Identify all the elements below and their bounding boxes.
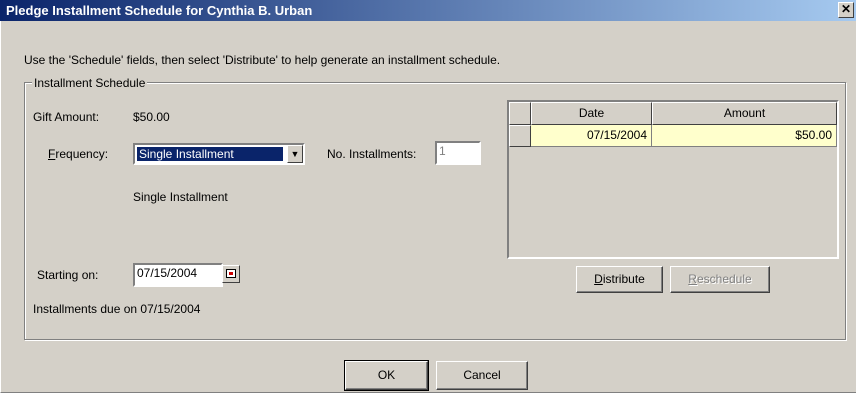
reschedule-accel: R	[688, 272, 697, 286]
calendar-button[interactable]	[222, 265, 240, 283]
num-installments-label: No. Installments:	[327, 147, 417, 161]
installments-due-text: Installments due on 07/15/2004	[33, 302, 201, 316]
num-installments-field[interactable]: 1	[435, 141, 481, 165]
distribute-accel: D	[594, 272, 603, 286]
frequency-select[interactable]: Single Installment ▼	[133, 143, 305, 165]
distribute-label-rest: istribute	[602, 272, 645, 286]
installment-grid[interactable]: Date Amount 07/15/2004 $50.00	[507, 100, 839, 259]
gift-amount-value: $50.00	[133, 110, 170, 124]
grid-cell-amount[interactable]: $50.00	[652, 125, 837, 147]
reschedule-label-rest: eschedule	[696, 272, 752, 286]
distribute-button[interactable]: Distribute	[576, 266, 663, 293]
chevron-down-icon[interactable]: ▼	[287, 145, 303, 163]
window-title: Pledge Installment Schedule for Cynthia …	[6, 3, 313, 18]
instructions-text: Use the 'Schedule' fields, then select '…	[24, 53, 501, 67]
reschedule-button[interactable]: Reschedule	[670, 266, 770, 293]
gift-amount-label: Gift Amount:	[33, 110, 100, 124]
frequency-label: Frequency:	[48, 147, 108, 161]
frequency-description: Single Installment	[133, 190, 228, 204]
column-header-date[interactable]: Date	[531, 102, 652, 125]
column-header-amount[interactable]: Amount	[652, 102, 837, 125]
group-label: Installment Schedule	[32, 76, 148, 90]
grid-cell-date[interactable]: 07/15/2004	[531, 125, 652, 147]
close-button[interactable]: ✕	[838, 2, 854, 18]
row-header[interactable]	[509, 125, 531, 147]
frequency-selected-value: Single Installment	[137, 147, 283, 161]
ok-button[interactable]: OK	[344, 360, 429, 391]
starting-on-field[interactable]: 07/15/2004	[133, 263, 223, 287]
cancel-button[interactable]: Cancel	[436, 361, 528, 390]
starting-on-label: Starting on:	[37, 268, 99, 282]
grid-corner	[509, 102, 531, 125]
calendar-icon	[226, 269, 236, 278]
title-bar: Pledge Installment Schedule for Cynthia …	[0, 0, 856, 21]
frequency-label-rest: requency:	[55, 147, 109, 161]
